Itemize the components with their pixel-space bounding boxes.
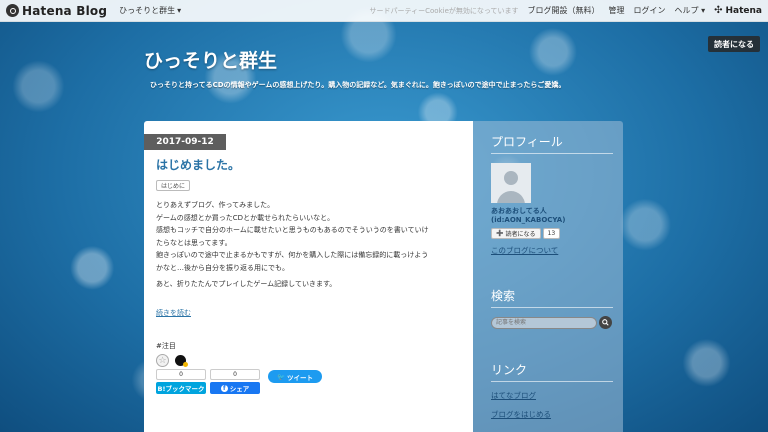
hatena-bookmark-share: 0 B!ブックマーク	[156, 369, 206, 394]
user-silhouette-icon	[504, 171, 518, 185]
hatena-bookmark-count: 0	[156, 369, 206, 380]
chevron-down-icon: ▾	[177, 6, 182, 15]
search-input[interactable]	[491, 316, 597, 329]
tweet-button[interactable]: 🐦 ツイート	[268, 370, 322, 383]
entry-paragraph: あと、折りたたんでプレイしたゲーム記録していきます。	[156, 280, 337, 288]
subscribe-label: 読者になる	[505, 231, 536, 238]
links-heading: リンク	[491, 363, 528, 377]
add-star-icon[interactable]: ☆	[156, 354, 169, 367]
search-form	[491, 316, 612, 329]
entry-paragraph: ゲームの感想とか買ったCDとか載せられたらいいなと。	[156, 213, 335, 222]
subscribe-widget: ➕ 読者になる 13	[491, 228, 561, 239]
divider	[491, 381, 613, 382]
profile-heading: プロフィール	[491, 135, 563, 149]
read-more-link[interactable]: 続きを読む	[156, 308, 191, 318]
blog-name-dropdown[interactable]: ひっそりと群生 ▾	[119, 5, 181, 16]
hatena-bookmark-button[interactable]: B!ブックマーク	[156, 382, 206, 394]
facebook-share-label: シェア	[229, 385, 250, 393]
hatena-blog-logo-icon	[6, 4, 19, 17]
entry-paragraph: かなと…後から自分を振り返る用にでも。	[156, 263, 289, 272]
topbar-right: サードパーティーCookieが無効になっています ブログ開設（無料） 管理 ログ…	[370, 5, 768, 16]
facebook-share: 0 f シェア	[210, 369, 260, 394]
link-hatena-blog[interactable]: はてなブログ	[491, 390, 536, 401]
help-menu[interactable]: ヘルプ ▾	[675, 5, 706, 16]
hatena-blog-logo-text: Hatena Blog	[22, 3, 108, 18]
hatena-blog-logo[interactable]: Hatena Blog	[0, 0, 107, 22]
subscriber-count[interactable]: 13	[542, 228, 561, 239]
tweet-label: ツイート	[287, 373, 314, 382]
entry-paragraph: 感想もコッチで自分のホームに載せたいと思うものもあるのでそういうのを書いていけ	[156, 226, 429, 234]
profile-avatar[interactable]	[491, 163, 531, 203]
login-link[interactable]: ログイン	[634, 5, 666, 16]
divider	[491, 307, 613, 308]
share-buttons: 0 B!ブックマーク 0 f シェア 🐦 ツイート	[156, 369, 322, 394]
hatena-logo-icon: ✣	[714, 5, 723, 16]
search-icon	[602, 319, 609, 326]
star-user-avatar[interactable]	[175, 355, 188, 367]
facebook-icon: f	[220, 384, 228, 392]
blog-description: ひっそりと持ってるCDの情報やゲームの感想上げたり。購入物の記録など。気まぐれに…	[150, 81, 566, 89]
category-tag[interactable]: はじめに	[156, 180, 191, 191]
blog-name-label: ひっそりと群生	[119, 6, 176, 15]
entry-date[interactable]: 2017-09-12	[144, 134, 226, 150]
hatena-topbar: Hatena Blog ひっそりと群生 ▾ サードパーティーCookieが無効に…	[0, 0, 768, 22]
entry-body: とりあえずブログ、作ってみました。 ゲームの感想とか買ったCDとか載せられたらい…	[156, 199, 466, 291]
profile-name[interactable]: あおあおしてる人	[491, 206, 547, 216]
sidebar: プロフィール あおあおしてる人 (id:AON_KABOCYA) ➕ 読者になる…	[473, 121, 623, 432]
plus-icon: ➕	[496, 230, 504, 237]
divider	[491, 153, 613, 154]
search-heading: 検索	[491, 289, 516, 303]
blog-title[interactable]: ひっそりと群生	[144, 46, 277, 73]
entry-paragraph: 飽きっぽいので途中で止まるかもですが、何かを購入した際には備忘録的に載っけよう	[156, 251, 429, 259]
subscribe-button-sidebar[interactable]: ➕ 読者になる	[491, 228, 541, 239]
entry-article: 2017-09-12 はじめました。 はじめに とりあえずブログ、作ってみました…	[144, 121, 473, 432]
entry-paragraph: とりあえずブログ、作ってみました。	[156, 201, 275, 209]
subscribe-button-top[interactable]: 読者になる	[708, 36, 760, 52]
hatena-label: Hatena	[725, 5, 763, 16]
facebook-share-button[interactable]: f シェア	[210, 382, 260, 394]
admin-link[interactable]: 管理	[609, 5, 625, 16]
cookie-notice[interactable]: サードパーティーCookieが無効になっています	[370, 6, 519, 16]
entry-paragraph: たらなとは思ってます。	[156, 238, 232, 247]
twitter-bird-icon: 🐦	[276, 372, 286, 381]
hatena-link[interactable]: ✣ Hatena	[714, 5, 762, 16]
star-label: #注目	[156, 342, 176, 350]
about-blog-link[interactable]: このブログについて	[491, 245, 558, 256]
facebook-share-count: 0	[210, 369, 260, 380]
entry-title[interactable]: はじめました。	[156, 156, 240, 173]
profile-id[interactable]: (id:AON_KABOCYA)	[491, 216, 565, 224]
link-start-blog[interactable]: ブログをはじめる	[491, 409, 551, 420]
create-blog-link[interactable]: ブログ開設（無料）	[528, 5, 600, 16]
hatena-star: #注目 ☆	[156, 341, 188, 367]
search-button[interactable]	[599, 316, 612, 329]
star-row: ☆	[156, 354, 188, 367]
